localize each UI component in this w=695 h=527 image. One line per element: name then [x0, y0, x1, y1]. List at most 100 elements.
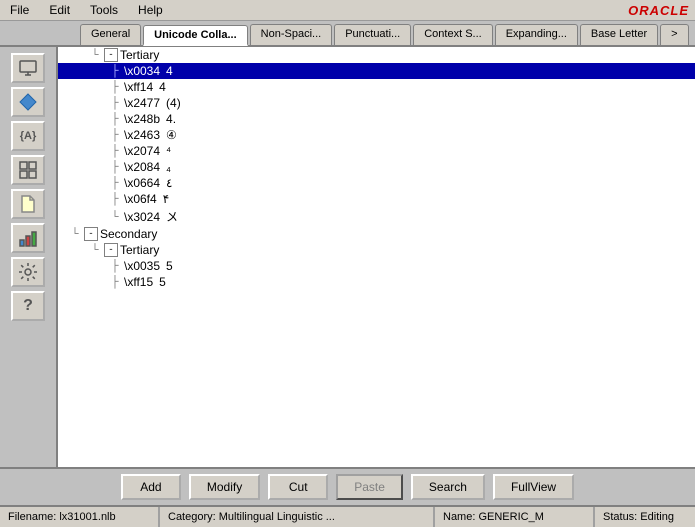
value-x0034: 4	[166, 64, 173, 78]
file-icon	[18, 194, 38, 214]
cut-button[interactable]: Cut	[268, 474, 328, 500]
add-button[interactable]: Add	[121, 474, 181, 500]
search-button[interactable]: Search	[411, 474, 485, 500]
connector-x0034: ├	[108, 64, 122, 78]
value-x0664: ٤	[166, 176, 172, 190]
tree-node-tertiary-2[interactable]: └ - Tertiary	[58, 242, 695, 258]
label-x0034: \x0034	[124, 64, 160, 78]
tab-context-s[interactable]: Context S...	[413, 24, 492, 45]
expander-secondary[interactable]: -	[84, 227, 98, 241]
menubar-items: File Edit Tools Help	[6, 2, 167, 18]
connector-xff14: ├	[108, 80, 122, 94]
value-x2074: ⁴	[166, 144, 171, 158]
tree-node-x06f4[interactable]: ├ \x06f4 ۴	[58, 191, 695, 207]
connector-x2084: ├	[108, 160, 122, 174]
connector-tertiary-1: └	[88, 48, 102, 62]
tab-non-spaci[interactable]: Non-Spaci...	[250, 24, 333, 45]
tabbar: General Unicode Colla... Non-Spaci... Pu…	[0, 21, 695, 47]
value-x3024: 〤	[166, 208, 178, 225]
tree-node-xff14[interactable]: ├ \xff14 4	[58, 79, 695, 95]
tab-expanding[interactable]: Expanding...	[495, 24, 578, 45]
tree-node-x2477[interactable]: ├ \x2477 (4)	[58, 95, 695, 111]
label-secondary: Secondary	[100, 227, 157, 241]
menu-edit[interactable]: Edit	[45, 2, 74, 18]
connector-tertiary-2: └	[88, 243, 102, 257]
connector-x2477: ├	[108, 96, 122, 110]
tree-node-x3024[interactable]: └ \x3024 〤	[58, 207, 695, 226]
label-x248b: \x248b	[124, 112, 160, 126]
label-x2477: \x2477	[124, 96, 160, 110]
connector-xff15: ├	[108, 275, 122, 289]
tree-node-x2084[interactable]: ├ \x2084 ₄	[58, 159, 695, 175]
connector-secondary: └	[68, 227, 82, 241]
help-icon: ?	[23, 297, 33, 315]
value-x248b: 4.	[166, 112, 176, 126]
connector-x248b: ├	[108, 112, 122, 126]
tab-extra[interactable]: >	[660, 24, 688, 45]
label-x0664: \x0664	[124, 176, 160, 190]
tree-node-x248b[interactable]: ├ \x248b 4.	[58, 111, 695, 127]
toolbar-btn-help[interactable]: ?	[11, 291, 45, 321]
paste-button[interactable]: Paste	[336, 474, 403, 500]
status-name: Name: GENERIC_M	[435, 507, 595, 527]
oracle-logo: ORACLE	[628, 3, 689, 18]
label-tertiary-1: Tertiary	[120, 48, 159, 62]
statusbar: Filename: lx31001.nlb Category: Multilin…	[0, 505, 695, 527]
toolbar-btn-1[interactable]	[11, 53, 45, 83]
label-x0035: \x0035	[124, 259, 160, 273]
label-x2074: \x2074	[124, 144, 160, 158]
grid-icon	[18, 160, 38, 180]
toolbar-btn-2[interactable]	[11, 87, 45, 117]
value-xff14: 4	[159, 80, 166, 94]
tree-node-xff15[interactable]: ├ \xff15 5	[58, 274, 695, 290]
label-x3024: \x3024	[124, 210, 160, 224]
toolbar-btn-5[interactable]	[11, 189, 45, 219]
connector-x2463: ├	[108, 128, 122, 142]
tree-scroll[interactable]: └ - Tertiary ├ \x0034 4 ├ \xff14 4 ├ \x2…	[58, 47, 695, 467]
modify-button[interactable]: Modify	[189, 474, 260, 500]
menubar: File Edit Tools Help ORACLE	[0, 0, 695, 21]
value-x2463: ④	[166, 128, 177, 142]
tree-node-x0664[interactable]: ├ \x0664 ٤	[58, 175, 695, 191]
variable-icon: {A}	[20, 130, 37, 142]
tree-node-x2463[interactable]: ├ \x2463 ④	[58, 127, 695, 143]
label-x2084: \x2084	[124, 160, 160, 174]
tree-node-tertiary-1[interactable]: └ - Tertiary	[58, 47, 695, 63]
value-x06f4: ۴	[163, 192, 169, 206]
label-xff14: \xff14	[124, 80, 153, 94]
toolbar-btn-4[interactable]	[11, 155, 45, 185]
status-filename: Filename: lx31001.nlb	[0, 507, 160, 527]
label-tertiary-2: Tertiary	[120, 243, 159, 257]
expander-tertiary-1[interactable]: -	[104, 48, 118, 62]
status-category: Category: Multilingual Linguistic ...	[160, 507, 435, 527]
tab-punctuati[interactable]: Punctuati...	[334, 24, 411, 45]
tree-node-x0034[interactable]: ├ \x0034 4	[58, 63, 695, 79]
menu-tools[interactable]: Tools	[86, 2, 122, 18]
connector-x2074: ├	[108, 144, 122, 158]
menu-file[interactable]: File	[6, 2, 33, 18]
label-x06f4: \x06f4	[124, 192, 157, 206]
settings-icon	[18, 262, 38, 282]
status-state: Status: Editing	[595, 507, 695, 527]
menu-help[interactable]: Help	[134, 2, 167, 18]
fullview-button[interactable]: FullView	[493, 474, 574, 500]
tab-general[interactable]: General	[80, 24, 141, 45]
value-xff15: 5	[159, 275, 166, 289]
expander-tertiary-2[interactable]: -	[104, 243, 118, 257]
connector-x0035: ├	[108, 259, 122, 273]
tab-base-letter[interactable]: Base Letter	[580, 24, 658, 45]
toolbar-btn-3[interactable]: {A}	[11, 121, 45, 151]
value-x2477: (4)	[166, 96, 181, 110]
toolbar-btn-7[interactable]	[11, 257, 45, 287]
main-layout: {A}	[0, 47, 695, 467]
tree-node-secondary[interactable]: └ - Secondary	[58, 226, 695, 242]
tree-node-x2074[interactable]: ├ \x2074 ⁴	[58, 143, 695, 159]
display-icon	[18, 58, 38, 78]
tab-unicode-colla[interactable]: Unicode Colla...	[143, 25, 248, 46]
connector-x0664: ├	[108, 176, 122, 190]
label-x2463: \x2463	[124, 128, 160, 142]
chart-icon	[18, 228, 38, 248]
left-toolbar: {A}	[0, 47, 58, 467]
toolbar-btn-6[interactable]	[11, 223, 45, 253]
tree-node-x0035[interactable]: ├ \x0035 5	[58, 258, 695, 274]
